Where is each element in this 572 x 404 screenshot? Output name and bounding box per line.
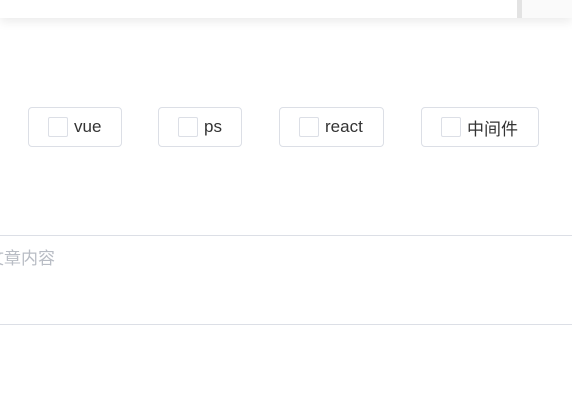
checkbox-square-icon[interactable] — [178, 117, 198, 137]
checkbox-square-icon[interactable] — [299, 117, 319, 137]
article-editor-page: vue ps react 中间件 文章内容 — [0, 0, 572, 404]
tag-label: 中间件 — [467, 119, 518, 139]
tag-checkbox-middleware[interactable]: 中间件 — [421, 107, 539, 147]
checkbox-square-icon[interactable] — [48, 117, 68, 137]
article-content-textarea[interactable] — [0, 235, 572, 325]
title-input[interactable] — [0, 0, 516, 18]
tag-label: ps — [204, 117, 222, 136]
tag-checkbox-ps[interactable]: ps — [158, 107, 242, 147]
header-action-area[interactable] — [522, 0, 572, 18]
checkbox-square-icon[interactable] — [441, 117, 461, 137]
content-placeholder: 文章内容 — [0, 249, 55, 269]
tag-label: react — [325, 117, 363, 136]
tag-checkbox-react[interactable]: react — [279, 107, 384, 147]
tag-checkbox-group: vue ps react 中间件 — [0, 107, 572, 147]
tag-checkbox-vue[interactable]: vue — [28, 107, 122, 147]
top-header-bar — [0, 0, 572, 18]
tag-label: vue — [74, 117, 102, 136]
